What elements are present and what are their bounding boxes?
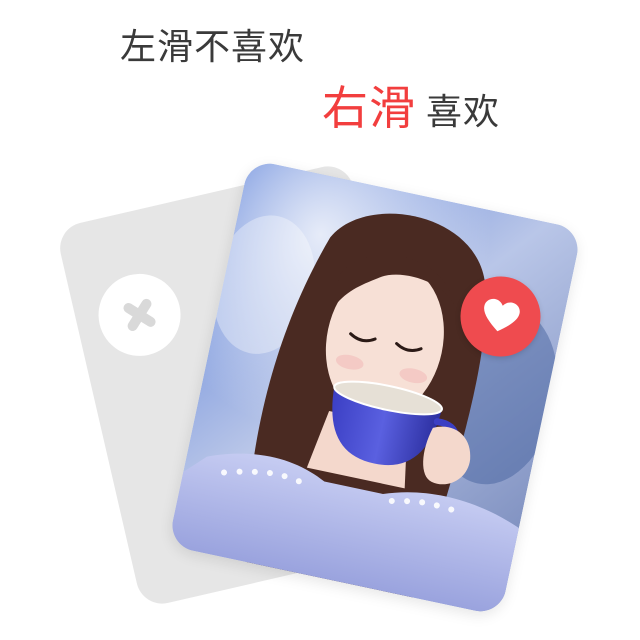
dislike-button[interactable]: [90, 265, 189, 365]
swipe-left-instruction: 左滑不喜欢: [120, 27, 306, 68]
heart-icon: [484, 298, 520, 332]
swipe-right-label: 喜欢: [426, 92, 501, 133]
swipe-right-instruction: 右滑 喜欢: [322, 72, 500, 138]
swipe-right-highlight: 右滑: [322, 81, 416, 135]
close-icon: [123, 298, 156, 331]
